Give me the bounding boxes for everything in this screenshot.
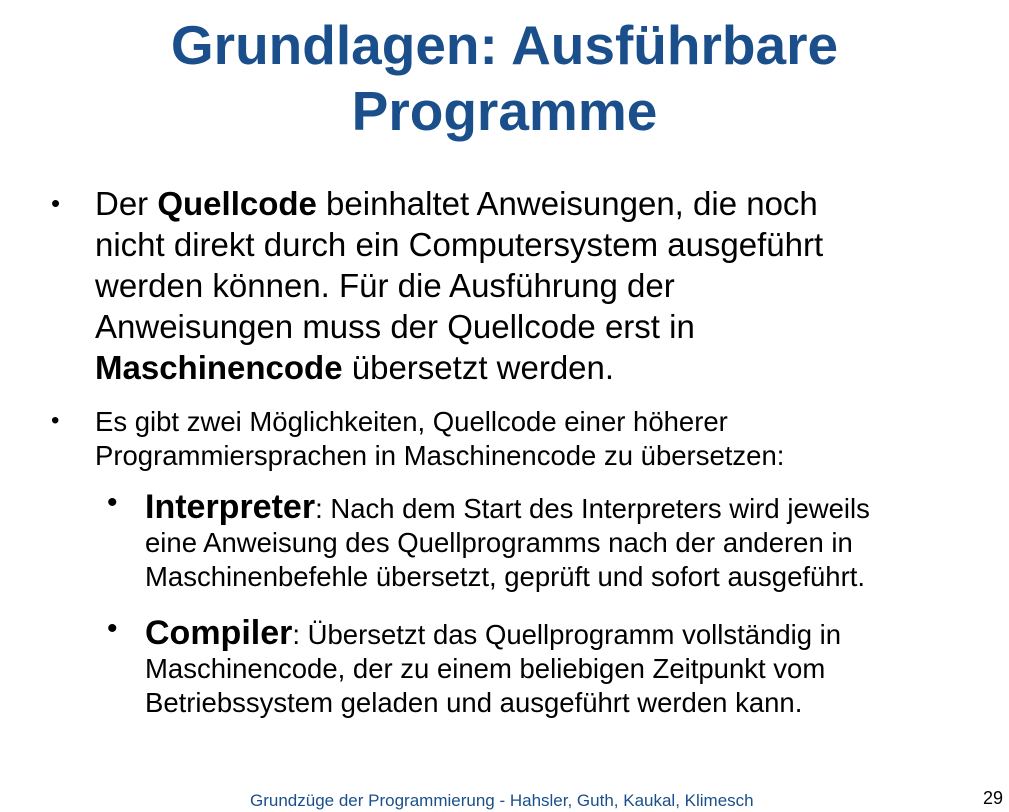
subbullet-interpreter-text: Interpreter: Nach dem Start des Interpre…: [145, 490, 870, 594]
bullet-line: eine Anweisung des Quellprogramms nach d…: [145, 527, 853, 558]
bullet-line: nicht direkt durch ein Computersystem au…: [95, 226, 824, 263]
bullet-uebersetzung-text: Es gibt zwei Möglichkeiten, Quellcode ei…: [95, 405, 784, 473]
page-number: 29: [983, 788, 1004, 808]
bullet-line: Betriebssystem geladen und ausgeführt we…: [145, 687, 803, 718]
bullet-dot-icon: •: [51, 407, 60, 434]
bullet-dot-icon: •: [107, 486, 118, 519]
bullet-line: Interpreter: Nach dem Start des Interpre…: [145, 490, 870, 526]
bullet-line: Programmiersprachen in Maschinencode zu …: [95, 440, 785, 471]
bullet-quellcode-text: Der Quellcode beinhaltet Anweisungen, di…: [95, 183, 823, 388]
bullet-dot-icon: •: [107, 612, 118, 645]
footer-text: Grundzüge der Programmierung - Hahsler, …: [250, 791, 754, 810]
bullet-quellcode: • Der Quellcode beinhaltet Anweisungen, …: [51, 183, 823, 388]
text-span: übersetzt werden.: [342, 349, 615, 386]
slide-title-line-2: Programme: [351, 80, 658, 142]
bullet-dot-icon: •: [51, 188, 61, 218]
subbullet-interpreter: • Interpreter: Nach dem Start des Interp…: [107, 486, 870, 594]
bullet-line: Der Quellcode beinhaltet Anweisungen, di…: [95, 183, 823, 224]
bullet-line: werden können. Für die Ausführung der: [95, 267, 675, 304]
term-quellcode: Quellcode: [157, 185, 317, 222]
bullet-line: Maschinencode, der zu einem beliebigen Z…: [145, 653, 826, 684]
subbullet-compiler-text: Compiler: Übersetzt das Quellprogramm vo…: [145, 616, 841, 720]
slide-title-line-1: Grundlagen: Ausführbare: [170, 14, 839, 76]
text-span: Der: [95, 185, 158, 222]
slide-title: Grundlagen: Ausführbare Programme: [0, 12, 1009, 144]
term-interpreter: Interpreter: [145, 488, 316, 526]
term-maschinencode: Maschinencode: [95, 349, 343, 386]
bullet-line: Maschinencode übersetzt werden.: [95, 347, 823, 388]
bullet-line: Anweisungen muss der Quellcode erst in: [95, 308, 695, 345]
bullet-line: Maschinenbefehle übersetzt, geprüft und …: [145, 561, 866, 592]
term-compiler: Compiler: [145, 614, 293, 652]
subbullet-compiler: • Compiler: Übersetzt das Quellprogramm …: [107, 612, 841, 720]
bullet-line: Compiler: Übersetzt das Quellprogramm vo…: [145, 616, 841, 652]
bullet-line: Es gibt zwei Möglichkeiten, Quellcode ei…: [95, 406, 728, 437]
text-span: beinhaltet Anweisungen, die noch: [316, 185, 818, 222]
text-span: : Nach dem Start des Interpreters wird j…: [315, 493, 870, 524]
text-span: : Übersetzt das Quellprogramm vollständi…: [292, 619, 842, 650]
bullet-uebersetzung: • Es gibt zwei Möglichkeiten, Quellcode …: [51, 405, 784, 473]
